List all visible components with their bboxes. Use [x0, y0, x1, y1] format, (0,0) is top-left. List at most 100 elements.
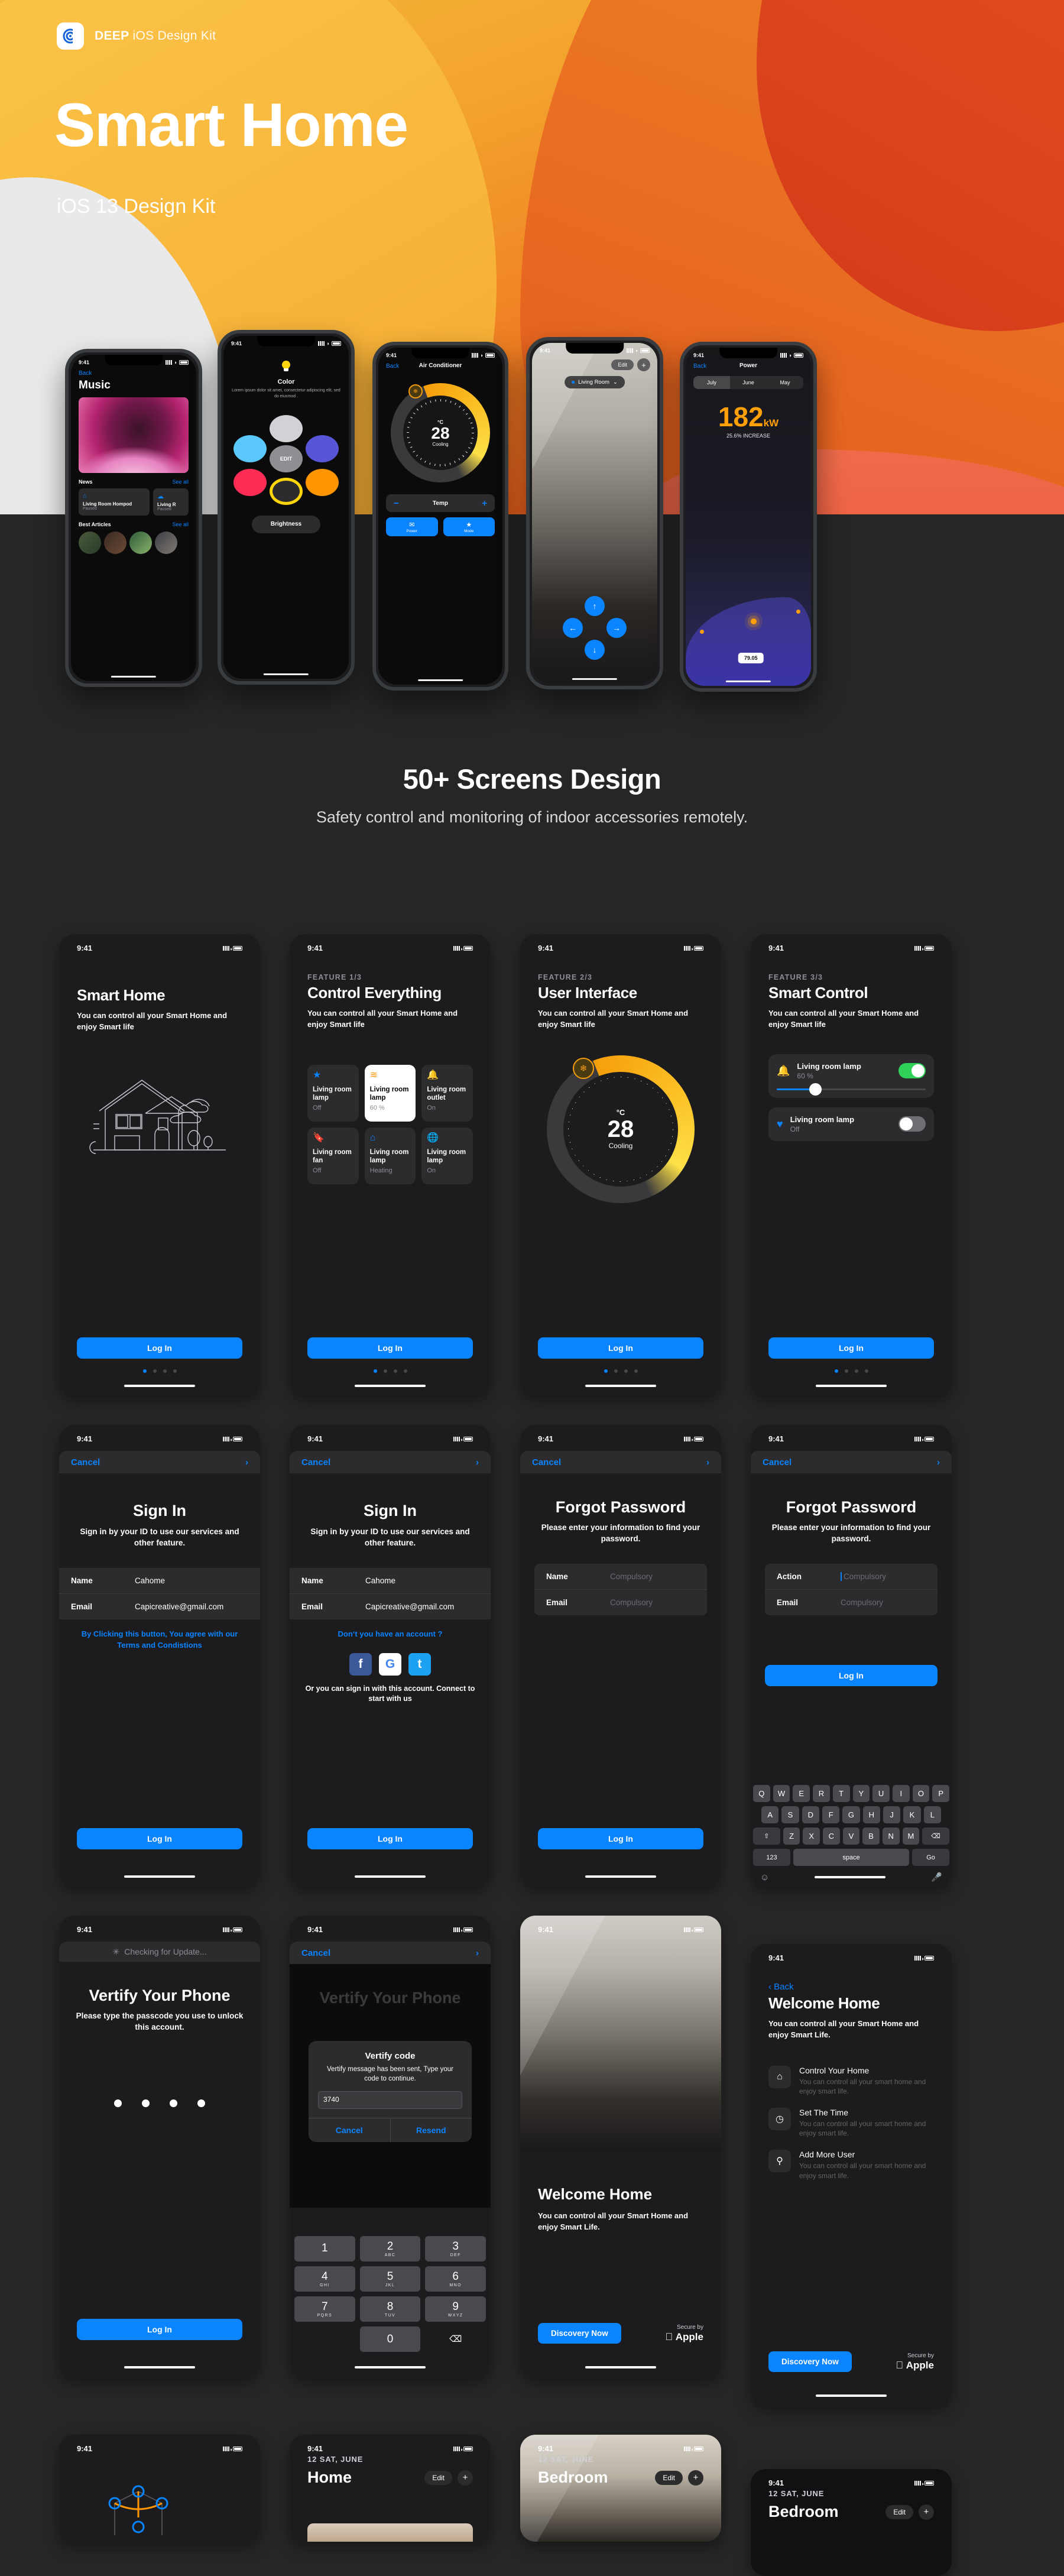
key-r[interactable]: R [813, 1785, 830, 1802]
brightness-button[interactable]: Brightness [252, 515, 320, 533]
name-input[interactable]: Cahome [135, 1576, 165, 1585]
avatar[interactable] [104, 532, 126, 554]
key-m[interactable]: M [902, 1827, 920, 1845]
room-card-photo[interactable] [307, 2523, 473, 2542]
action-input[interactable]: Compulsory [844, 1572, 886, 1581]
color-swatch-purple[interactable] [306, 435, 339, 462]
login-button[interactable]: Log In [765, 1665, 938, 1686]
key-f[interactable]: F [822, 1806, 840, 1823]
chevron-right-icon[interactable]: › [476, 1948, 479, 1958]
feature-item[interactable]: ◷ Set The Time You can control all your … [768, 2108, 934, 2138]
numkey-1[interactable]: 1 [294, 2236, 355, 2261]
numkey-2[interactable]: 2 ABC [359, 2236, 421, 2261]
key-q[interactable]: Q [752, 1785, 770, 1802]
name-field-row[interactable]: Name Compulsory [534, 1564, 707, 1589]
page-dots[interactable] [520, 1369, 721, 1373]
feature-item[interactable]: ⌂ Control Your Home You can control all … [768, 2065, 934, 2096]
key-n[interactable]: N [882, 1827, 900, 1845]
backspace-key-icon[interactable]: ⌫ [922, 1827, 949, 1845]
back-button[interactable]: Back [79, 370, 189, 377]
backspace-key-icon[interactable]: ⌫ [425, 2326, 486, 2352]
twitter-icon[interactable]: t [408, 1652, 431, 1676]
color-swatch-orange[interactable] [306, 468, 339, 496]
key-a[interactable]: A [761, 1806, 779, 1823]
name-input[interactable]: Compulsory [610, 1572, 653, 1581]
pan-left-button[interactable]: ← [563, 618, 583, 638]
key-u[interactable]: U [872, 1785, 890, 1802]
login-button[interactable]: Log In [768, 1337, 934, 1359]
email-input[interactable]: Compulsory [610, 1598, 653, 1607]
chart-point-active[interactable] [751, 618, 757, 624]
google-icon[interactable]: G [379, 1652, 401, 1676]
camera-dpad[interactable]: ↑ ← → ↓ [563, 596, 627, 660]
key-v[interactable]: V [842, 1827, 860, 1845]
room-selector[interactable]: Living Room ⌄ [565, 376, 625, 388]
login-button[interactable]: Log In [538, 1337, 703, 1359]
key-b[interactable]: B [862, 1827, 880, 1845]
snowflake-knob-icon[interactable]: ❄ [573, 1057, 594, 1079]
color-swatch-cyan[interactable] [233, 435, 267, 462]
email-field-row[interactable]: Email Capicreative@gmail.com [290, 1593, 491, 1619]
action-field-row[interactable]: Action Compulsory [765, 1564, 938, 1589]
add-button[interactable]: + [688, 2470, 703, 2486]
back-button[interactable]: ‹ Back [768, 1982, 934, 1992]
numbers-key[interactable]: 123 [753, 1849, 790, 1866]
email-field-row[interactable]: Email Compulsory [765, 1589, 938, 1615]
brightness-slider[interactable] [777, 1083, 926, 1096]
email-field-row[interactable]: Email Compulsory [534, 1589, 707, 1615]
cancel-button[interactable]: Cancel [71, 1457, 100, 1467]
avatar[interactable] [155, 532, 177, 554]
cancel-button[interactable]: Cancel [301, 1457, 330, 1467]
device-tile[interactable]: ⌂ Living room lamp Heating [364, 1127, 416, 1184]
numeric-keypad[interactable]: 1 2 ABC 3 DEF 4 GHI 5 JKL 6 MNO 7 PQRS 8 TUV 9W… [290, 2236, 491, 2357]
login-button[interactable]: Log In [538, 1828, 703, 1849]
temperature-dial[interactable]: °C 28 Cooling ❄ [547, 1055, 695, 1203]
login-button[interactable]: Log In [77, 1828, 242, 1849]
emoji-key-icon[interactable]: ☺ [760, 1872, 769, 1882]
device-tile-active[interactable]: ≋ Living room lamp 60 % [364, 1064, 416, 1122]
discovery-button[interactable]: Discovery Now [538, 2323, 621, 2344]
color-swatch-white[interactable] [270, 414, 303, 442]
numkey-4[interactable]: 4 GHI [294, 2266, 355, 2292]
numkey-6[interactable]: 6 MNO [425, 2266, 486, 2292]
code-input[interactable]: 3740 [318, 2091, 462, 2110]
feature-item[interactable]: ⚲ Add More User You can control all your… [768, 2150, 934, 2180]
cancel-button[interactable]: Cancel [301, 1948, 330, 1958]
email-input[interactable]: Compulsory [841, 1598, 883, 1607]
device-control-card[interactable]: 🔔 Living room lamp 60 % [768, 1054, 934, 1098]
key-g[interactable]: G [842, 1806, 860, 1823]
chevron-right-icon[interactable]: › [937, 1457, 940, 1467]
numkey-5[interactable]: 5 JKL [359, 2266, 421, 2292]
page-dots[interactable] [59, 1369, 260, 1373]
device-toggle[interactable] [898, 1063, 926, 1079]
avatar[interactable] [79, 532, 101, 554]
terms-link[interactable]: By Clicking this button, You agree with … [59, 1629, 260, 1651]
see-all-link[interactable]: See all [172, 479, 189, 485]
device-tile[interactable]: 🔖 Living room fan Off [307, 1127, 359, 1184]
dialog-resend-button[interactable]: Resend [390, 2118, 472, 2143]
key-y[interactable]: Y [852, 1785, 870, 1802]
pan-down-button[interactable]: ↓ [585, 640, 605, 660]
key-h[interactable]: H [862, 1806, 880, 1823]
minus-button[interactable]: − [394, 498, 399, 508]
login-button[interactable]: Log In [77, 2319, 242, 2340]
email-input[interactable]: Capicreative@gmail.com [135, 1602, 223, 1611]
numkey-3[interactable]: 3 DEF [425, 2236, 486, 2261]
key-i[interactable]: I [892, 1785, 910, 1802]
pan-right-button[interactable]: → [606, 618, 627, 638]
segment-june[interactable]: June [730, 376, 767, 389]
no-account-link[interactable]: Don‘t you have an account ? [290, 1629, 491, 1640]
device-card[interactable]: ⌂ Living Room Hompod Paused [79, 488, 150, 516]
discovery-button[interactable]: Discovery Now [768, 2351, 852, 2372]
cancel-button[interactable]: Cancel [763, 1457, 791, 1467]
numkey-0[interactable]: 0 [359, 2326, 421, 2352]
key-s[interactable]: S [781, 1806, 799, 1823]
plus-button[interactable]: + [482, 498, 487, 508]
add-button[interactable]: + [919, 2504, 934, 2520]
key-k[interactable]: K [903, 1806, 921, 1823]
chevron-right-icon[interactable]: › [245, 1457, 248, 1467]
login-button[interactable]: Log In [307, 1828, 473, 1849]
space-key[interactable]: space [793, 1849, 910, 1866]
key-w[interactable]: W [773, 1785, 790, 1802]
edit-button[interactable]: Edit [611, 359, 634, 370]
